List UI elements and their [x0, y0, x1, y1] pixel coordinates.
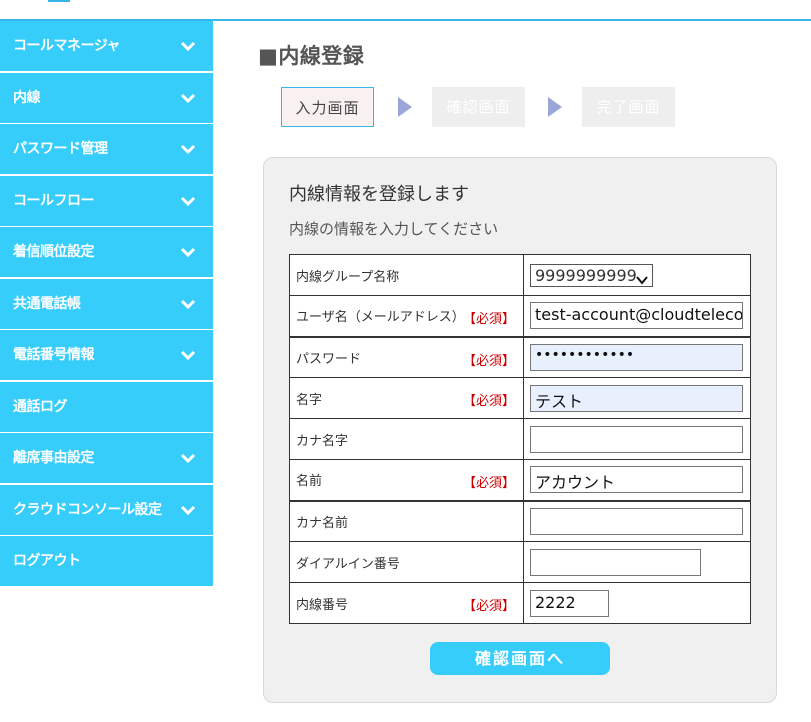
kana-last-name-input[interactable] — [530, 425, 743, 453]
field-label: 名字 — [296, 392, 323, 408]
chevron-down-icon — [180, 38, 196, 54]
field-label: 名前 — [296, 474, 323, 490]
chevron-down-icon — [636, 270, 648, 291]
sidebar-item-call-manager[interactable]: コールマネージャ — [0, 21, 213, 71]
sidebar-item-extension[interactable]: 内線 — [0, 72, 213, 123]
sidebar-item-call-log[interactable]: 通話ログ — [0, 381, 213, 432]
sidebar-item-phone-numbers[interactable]: 電話番号情報 — [0, 330, 213, 380]
extension-number-input[interactable]: 2222 — [530, 589, 609, 617]
field-label: カナ名前 — [296, 515, 349, 531]
panel-heading: 内線情報を登録します — [289, 184, 469, 205]
table-row: パスワード 【必須】 •••••••••••• — [289, 335, 751, 378]
group-select[interactable]: 9999999999 — [530, 263, 653, 287]
step-arrow-icon — [548, 97, 562, 117]
required-badge: 【必須】 — [462, 599, 515, 614]
form-panel: 内線情報を登録します 内線の情報を入力してください 内線グループ名称 99999… — [263, 157, 777, 703]
table-row: 名前 【必須】 アカウント — [289, 459, 751, 501]
chevron-down-icon — [180, 90, 196, 106]
required-badge: 【必須】 — [462, 394, 515, 409]
table-row: 内線グループ名称 9999999999 — [289, 254, 751, 296]
table-row: カナ名前 — [289, 499, 751, 542]
chevron-down-icon — [180, 502, 196, 518]
table-row: 内線番号 【必須】 2222 — [289, 582, 751, 624]
sidebar: コールマネージャ 内線 パスワード管理 コールフロー 着信順位設定 共通電話帳 … — [0, 21, 213, 588]
extension-form-table: 内線グループ名称 9999999999 ユーザ名（メールアドレス） 【必須】 t… — [289, 254, 751, 624]
required-badge: 【必須】 — [462, 353, 515, 369]
sidebar-item-away-reasons[interactable]: 離席事由設定 — [0, 433, 213, 483]
main-content: ■内線登録 入力画面 確認画面 完了画面 内線情報を登録します 内線の情報を入力… — [258, 40, 788, 703]
sidebar-item-label: クラウドコンソール設定 — [13, 501, 162, 518]
chevron-down-icon — [180, 244, 196, 260]
top-header-line — [0, 0, 811, 21]
sidebar-item-cloud-console[interactable]: クラウドコンソール設定 — [0, 484, 213, 535]
page-title: ■内線登録 — [258, 44, 365, 68]
sidebar-item-label: コールフロー — [13, 192, 95, 209]
table-row: 名字 【必須】 テスト — [289, 377, 751, 419]
table-row: カナ名字 — [289, 418, 751, 460]
step-complete: 完了画面 — [582, 87, 675, 127]
sidebar-item-label: ログアウト — [13, 553, 81, 569]
required-badge: 【必須】 — [462, 476, 515, 491]
field-label: 内線番号 — [296, 597, 349, 613]
sidebar-item-label: 離席事由設定 — [13, 450, 95, 466]
sidebar-item-logout[interactable]: ログアウト — [0, 536, 213, 586]
sidebar-item-call-flow[interactable]: コールフロー — [0, 175, 213, 226]
chevron-down-icon — [180, 347, 196, 363]
chevron-down-icon — [180, 193, 196, 209]
sidebar-item-label: 着信順位設定 — [13, 244, 95, 260]
sidebar-item-phonebook[interactable]: 共通電話帳 — [0, 278, 213, 329]
field-label: ダイアルイン番号 — [296, 556, 400, 572]
sidebar-item-label: 電話番号情報 — [13, 347, 95, 363]
sidebar-item-ring-order[interactable]: 着信順位設定 — [0, 227, 213, 277]
required-badge: 【必須】 — [462, 312, 515, 327]
chevron-down-icon — [180, 450, 196, 466]
dial-in-input[interactable] — [530, 548, 701, 576]
step-confirm: 確認画面 — [432, 87, 525, 127]
confirm-button[interactable]: 確認画面へ — [430, 642, 610, 675]
kana-first-name-input[interactable] — [530, 507, 743, 535]
field-label: パスワード — [296, 351, 362, 367]
sidebar-item-label: パスワード管理 — [13, 141, 108, 157]
sidebar-item-label: コールマネージャ — [13, 38, 121, 54]
chevron-down-icon — [180, 296, 196, 312]
password-input[interactable]: •••••••••••• — [530, 343, 743, 371]
sidebar-item-label: 内線 — [13, 89, 41, 106]
sidebar-item-label: 共通電話帳 — [13, 295, 81, 312]
field-label: ユーザ名（メールアドレス） — [296, 310, 465, 326]
table-row: ユーザ名（メールアドレス） 【必須】 test-account@cloudtel… — [289, 295, 751, 337]
table-row: ダイアルイン番号 — [289, 541, 751, 583]
panel-subheading: 内線の情報を入力してください — [289, 220, 499, 238]
step-input: 入力画面 — [281, 87, 374, 127]
sidebar-item-password[interactable]: パスワード管理 — [0, 124, 213, 174]
step-arrow-icon — [398, 97, 412, 117]
username-input[interactable]: test-account@cloudtelecom — [530, 302, 743, 330]
chevron-down-icon — [180, 141, 196, 157]
sidebar-item-label: 通話ログ — [13, 398, 68, 415]
last-name-input[interactable]: テスト — [530, 384, 743, 412]
field-label: 内線グループ名称 — [296, 269, 400, 285]
first-name-input[interactable]: アカウント — [530, 466, 743, 494]
field-label: カナ名字 — [296, 433, 349, 449]
